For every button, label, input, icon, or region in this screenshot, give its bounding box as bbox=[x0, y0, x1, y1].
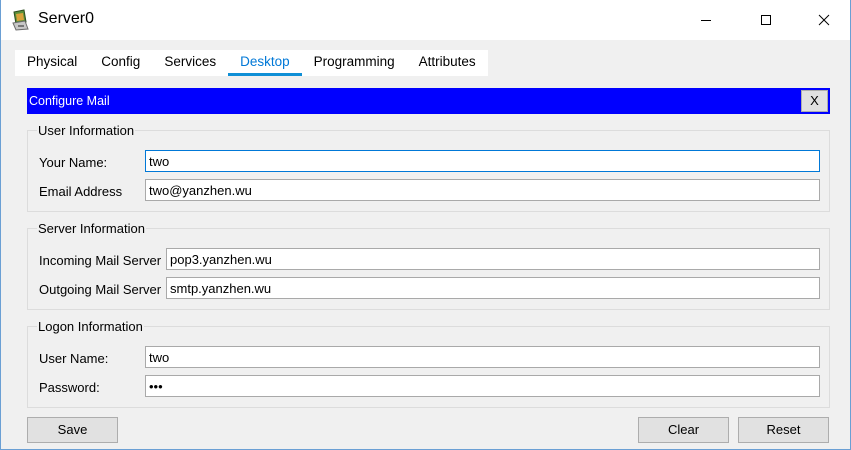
email-address-label: Email Address bbox=[39, 184, 123, 199]
configure-mail-title: Configure Mail bbox=[29, 94, 110, 108]
incoming-mail-server-label: Incoming Mail Server bbox=[39, 253, 162, 268]
title-bar[interactable]: Server0 bbox=[1, 0, 850, 40]
window-title: Server0 bbox=[38, 10, 95, 27]
minimize-icon bbox=[701, 20, 711, 21]
maximize-button[interactable] bbox=[743, 0, 789, 40]
packet-tracer-server-icon bbox=[11, 9, 31, 31]
incoming-mail-server-input[interactable] bbox=[166, 248, 820, 270]
password-input[interactable] bbox=[145, 375, 820, 397]
outgoing-mail-server-input[interactable] bbox=[166, 277, 820, 299]
tab-list: Physical Config Services Desktop Program… bbox=[15, 50, 488, 76]
maximize-icon bbox=[761, 15, 771, 25]
logon-information-group: Logon Information User Name: Password: bbox=[27, 319, 830, 408]
password-label: Password: bbox=[39, 380, 100, 395]
your-name-input[interactable] bbox=[145, 150, 820, 172]
tab-bar: Physical Config Services Desktop Program… bbox=[1, 40, 850, 76]
reset-button[interactable]: Reset bbox=[738, 417, 829, 443]
tab-programming[interactable]: Programming bbox=[302, 50, 407, 76]
tab-config[interactable]: Config bbox=[89, 50, 152, 76]
user-information-group: User Information Your Name: Email Addres… bbox=[27, 123, 830, 212]
app-window: Server0 Physical Config Services Desktop… bbox=[0, 0, 851, 450]
user-information-legend: User Information bbox=[37, 123, 136, 138]
minimize-button[interactable] bbox=[683, 0, 729, 40]
outgoing-mail-server-label: Outgoing Mail Server bbox=[39, 282, 162, 297]
tab-services[interactable]: Services bbox=[152, 50, 228, 76]
configure-mail-panel: Configure Mail X User Information Your N… bbox=[1, 76, 850, 449]
close-button[interactable] bbox=[801, 0, 847, 40]
logon-information-legend: Logon Information bbox=[37, 319, 144, 334]
close-icon bbox=[818, 14, 830, 26]
server-information-legend: Server Information bbox=[37, 221, 146, 236]
user-name-label: User Name: bbox=[39, 351, 109, 366]
your-name-label: Your Name: bbox=[39, 155, 108, 170]
tab-attributes[interactable]: Attributes bbox=[407, 50, 488, 76]
clear-button[interactable]: Clear bbox=[638, 417, 729, 443]
tab-physical[interactable]: Physical bbox=[15, 50, 89, 76]
mail-close-button[interactable]: X bbox=[801, 90, 828, 112]
tab-desktop[interactable]: Desktop bbox=[228, 50, 302, 76]
configure-mail-header: Configure Mail X bbox=[27, 88, 830, 114]
save-button[interactable]: Save bbox=[27, 417, 118, 443]
user-name-input[interactable] bbox=[145, 346, 820, 368]
email-address-input[interactable] bbox=[145, 179, 820, 201]
server-information-group: Server Information Incoming Mail Server … bbox=[27, 221, 830, 310]
